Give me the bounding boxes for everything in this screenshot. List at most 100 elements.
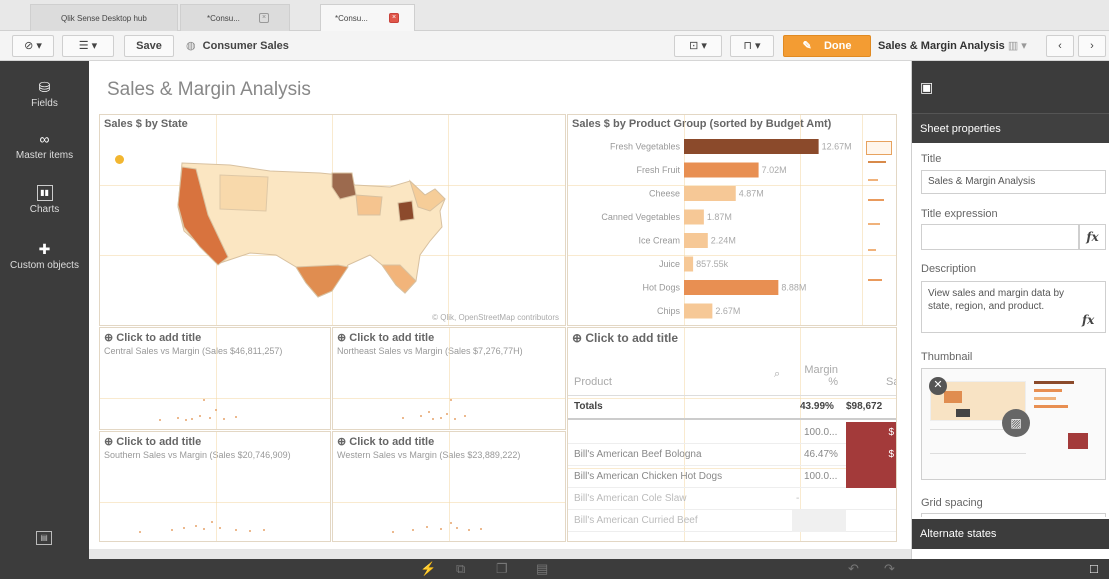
thumbnail-preview[interactable]: ✕ ▨ (921, 368, 1106, 480)
bar-data-label: 7.02M (762, 165, 787, 175)
properties-header: ▣ (912, 61, 1109, 113)
table-row[interactable]: Bill's American Curried Beef (568, 510, 896, 532)
bar-category-label: Fresh Fruit (636, 165, 680, 175)
column-header-margin[interactable]: Margin % (802, 364, 838, 388)
product-cell: Bill's American Chicken Hot Dogs (574, 471, 723, 482)
fx-button[interactable]: fx (1082, 313, 1094, 327)
toolbar: ⊘ ▾ ☰ ▾ Save ◍ Consumer Sales ⊡ ▾ ⊓ ▾ ✎ … (0, 31, 1109, 61)
map-attribution: © Qlik, OpenStreetMap contributors (432, 313, 559, 322)
navigation-button[interactable]: ⊘ ▾ (12, 35, 54, 57)
pencil-icon: ✎ (802, 40, 812, 52)
bar[interactable] (684, 139, 819, 154)
image-icon[interactable]: ▨ (1002, 409, 1030, 437)
copy-icon[interactable]: ⧉ (456, 561, 465, 577)
scatter-panel-southern[interactable]: ⊕ Click to add title Southern Sales vs M… (99, 431, 331, 542)
save-button[interactable]: Save (124, 35, 174, 57)
previous-sheet-button[interactable]: ‹ (1046, 35, 1074, 57)
click-to-add-title[interactable]: ⊕ Click to add title (572, 331, 678, 345)
table-panel[interactable]: ⊕ Click to add title Product ⌕ Margin % … (567, 327, 897, 542)
undo-icon[interactable]: ↶ (848, 561, 859, 577)
search-icon[interactable]: ⌕ (774, 368, 780, 381)
puzzle-icon: ✚ (38, 241, 51, 257)
tab-hub[interactable]: Qlik Sense Desktop hub (30, 4, 178, 31)
bar[interactable] (684, 162, 759, 178)
thumbnail-label: Thumbnail (921, 351, 973, 363)
table-row[interactable]: Bill's American Beef Bologna 46.47% $ (568, 444, 896, 466)
bar-data-label: 4.87M (739, 189, 764, 199)
table-row[interactable]: Bill's American Cole Slaw - (568, 488, 896, 510)
remove-thumbnail-icon[interactable]: ✕ (929, 377, 947, 395)
scatter-panel-western[interactable]: ⊕ Click to add title Western Sales vs Ma… (332, 431, 566, 542)
present-button[interactable]: ⊡ ▾ (674, 35, 722, 57)
bar-data-label: 8.88M (781, 283, 806, 293)
margin-cell: 46.47% (804, 449, 838, 460)
menu-button[interactable]: ☰ ▾ (62, 35, 114, 57)
next-sheet-button[interactable]: › (1078, 35, 1106, 57)
bar[interactable] (684, 186, 736, 201)
wand-icon[interactable]: ⚡ (420, 561, 436, 577)
scatter-plot (392, 522, 482, 533)
bar-category-label: Canned Vegetables (601, 212, 680, 222)
properties-panel: ▣ Sheet properties Title Sales & Margin … (911, 61, 1109, 559)
table-row[interactable]: 100.0... $ (568, 422, 896, 444)
bar[interactable] (684, 209, 704, 225)
bar-category-label: Ice Cream (638, 236, 680, 246)
bottom-bar: ⚡ ⧉ ❐ ▤ ↶ ↷ □ (0, 559, 1109, 579)
totals-row: Totals 43.99% $98,672 (568, 396, 896, 420)
title-label: Title (921, 153, 942, 165)
scatter-plot (139, 521, 265, 533)
delete-icon[interactable]: ▤ (536, 561, 548, 577)
bar[interactable] (684, 256, 694, 272)
rail-fields[interactable]: ⛁ Fields (0, 79, 89, 109)
close-icon[interactable]: × (389, 13, 399, 23)
map-panel[interactable]: Sales $ by State © Qlik, OpenStreetMap c… (99, 114, 566, 326)
tab-consumer-1[interactable]: *Consu... × (180, 4, 290, 31)
redo-icon[interactable]: ↷ (884, 561, 895, 577)
tab-label: *Consu... (335, 14, 368, 23)
title-expression-input[interactable] (921, 224, 1079, 250)
column-header-product[interactable]: Product (574, 376, 612, 388)
totals-sales: $98,672 (846, 401, 883, 412)
sheet-properties-header: Sheet properties (912, 113, 1109, 143)
bar[interactable] (684, 280, 779, 295)
margin-cell: 100.0... (804, 471, 838, 482)
bar-data-label: 12.67M (822, 142, 852, 152)
bar-category-label: Fresh Vegetables (610, 142, 681, 152)
bookmark-button[interactable]: ⊓ ▾ (730, 35, 774, 57)
rail-charts-label: Charts (29, 204, 60, 215)
sheet-title: Sales & Margin Analysis (107, 79, 311, 100)
alternate-states-header[interactable]: Alternate states (912, 519, 1109, 549)
sales-cell: $ (846, 444, 896, 466)
done-button[interactable]: ✎ Done (783, 35, 871, 57)
title-input[interactable]: Sales & Margin Analysis (921, 170, 1106, 194)
fx-button[interactable]: fx (1079, 224, 1106, 250)
add-icon: ⊕ (572, 331, 586, 345)
description-label: Description (921, 263, 977, 275)
rail-master-items-label: Master items (15, 150, 74, 161)
rail-custom-objects[interactable]: ✚ Custom objects (0, 241, 89, 271)
bar[interactable] (684, 233, 708, 248)
scatter-plot (159, 399, 237, 421)
rail-charts[interactable]: ▮▮ Charts (0, 185, 89, 215)
title-expression-label: Title expression (921, 208, 998, 220)
chart-icon: ▥ ▾ (1007, 40, 1027, 52)
description-input[interactable]: View sales and margin data by state, reg… (921, 281, 1106, 333)
rail-master-items[interactable]: ∞ Master items (0, 131, 89, 161)
table-header: Product ⌕ Margin % Sa (568, 358, 896, 396)
bar-chart-panel[interactable]: Sales $ by Product Group (sorted by Budg… (567, 114, 897, 326)
sheet-selector[interactable]: Sales & Margin Analysis ▥ ▾ (878, 39, 1027, 52)
tab-consumer-2[interactable]: *Consu... × (320, 4, 415, 31)
table-row[interactable]: Bill's American Chicken Hot Dogs 100.0..… (568, 466, 896, 488)
chart-scrollbar[interactable] (864, 139, 894, 309)
database-icon: ⛁ (38, 79, 51, 95)
sheet-list-icon[interactable]: ▤ (36, 531, 52, 545)
paste-icon[interactable]: ❐ (496, 561, 508, 577)
scatter-panel-northeast[interactable]: ⊕ Click to add title Northeast Sales vs … (332, 327, 566, 430)
close-icon[interactable]: × (259, 13, 269, 23)
bar[interactable] (684, 303, 713, 319)
scatter-panel-central[interactable]: ⊕ Click to add title Central Sales vs Ma… (99, 327, 331, 430)
column-header-sales[interactable]: Sa (886, 376, 896, 388)
tab-strip: Qlik Sense Desktop hub *Consu... × *Cons… (0, 0, 1109, 31)
toggle-panel-icon[interactable]: □ (1090, 561, 1098, 576)
sheet-canvas: Sales & Margin Analysis Sales $ by State… (89, 61, 911, 549)
